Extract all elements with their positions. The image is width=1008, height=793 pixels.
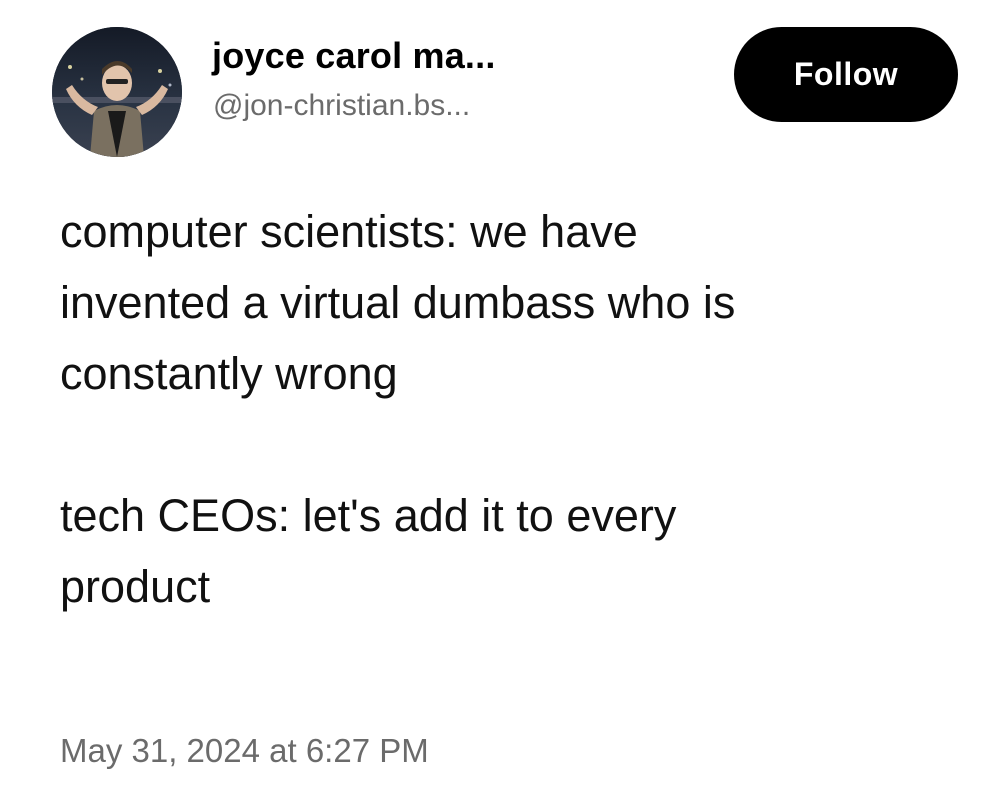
follow-button[interactable]: Follow [734,27,958,122]
post-paragraph-2: tech CEOs: let's add it to every product [60,490,677,612]
author-handle[interactable]: @jon-christian.bs... [213,88,470,124]
author-display-name[interactable]: joyce carol ma... [212,34,496,78]
post-text: computer scientists: we have invented a … [60,196,960,622]
post-timestamp[interactable]: May 31, 2024 at 6:27 PM [60,731,429,771]
profile-photo-icon [52,27,182,157]
post-card: joyce carol ma... @jon-christian.bs... F… [0,0,1008,793]
avatar[interactable] [52,27,182,157]
post-paragraph-1: computer scientists: we have invented a … [60,206,736,399]
